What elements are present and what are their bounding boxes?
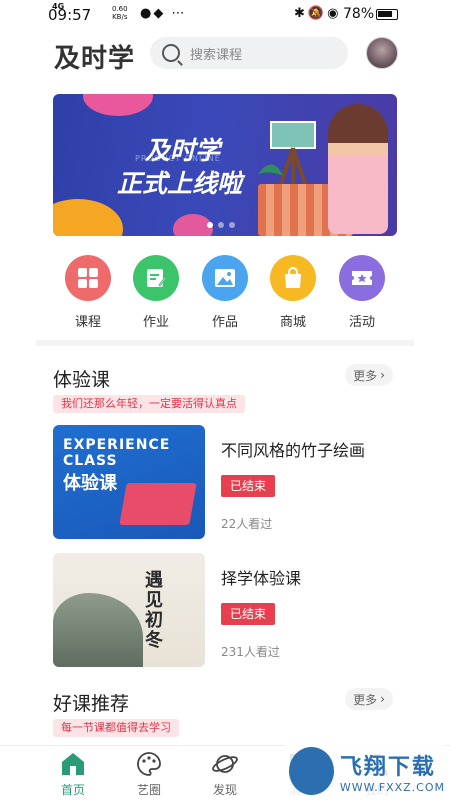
status-bar: 4G 09:57 0.60 KB/s ●◆ ⋯ ✱🔕◉ 78% xyxy=(0,0,450,30)
watermark-url: WWW.FXXZ.COM xyxy=(339,780,445,794)
category-label: 作业 xyxy=(142,315,169,330)
app-header: 及时学 搜索课程 xyxy=(0,36,450,74)
app-logo: 及时学 xyxy=(54,44,136,74)
more-button-trial[interactable]: 更多 › xyxy=(345,364,393,386)
course-card[interactable]: 遇见初冬 择学体验课 已结束 231人看过 xyxy=(53,553,397,669)
activity-icon xyxy=(339,255,385,301)
homework-icon xyxy=(133,255,179,301)
course-thumbnail: EXPERIENCE CLASS 体验课 xyxy=(53,425,205,539)
category-activity[interactable]: 活动 xyxy=(327,255,397,330)
banner-decoration xyxy=(83,94,153,116)
category-label: 作品 xyxy=(211,315,238,330)
thumb-text: 体验课 xyxy=(63,473,117,494)
more-button-recommend[interactable]: 更多 › xyxy=(345,688,393,710)
banner-title: 及时学 xyxy=(145,136,221,165)
thumb-text: EXPERIENCE xyxy=(63,437,171,453)
banner-pagination xyxy=(207,222,235,228)
banner-subtitle: 正式上线啦 xyxy=(117,169,243,198)
category-label: 课程 xyxy=(74,315,101,330)
watermark: 飞翔下载 WWW.FXXZ.COM xyxy=(285,742,445,800)
banner-dot[interactable] xyxy=(207,222,213,228)
works-icon xyxy=(202,255,248,301)
search-bar[interactable]: 搜索课程 xyxy=(150,37,348,69)
tab-label: 发现 xyxy=(212,783,237,797)
battery-percent: 78% xyxy=(343,6,375,22)
banner-dot[interactable] xyxy=(229,222,235,228)
search-icon xyxy=(162,44,180,62)
view-count: 231人看过 xyxy=(221,645,280,659)
more-label: 更多 xyxy=(353,368,378,383)
status-time: 09:57 xyxy=(48,6,92,24)
girl-illustration xyxy=(328,104,388,234)
category-label: 商城 xyxy=(279,315,306,330)
tab-label: 首页 xyxy=(60,783,85,797)
watermark-logo-icon xyxy=(289,747,334,795)
system-icons: ✱🔕◉ xyxy=(294,6,342,21)
notification-icons: ●◆ ⋯ xyxy=(140,6,187,21)
shop-icon xyxy=(270,255,316,301)
watermark-text: 飞翔下载 xyxy=(339,754,436,780)
more-label: 更多 xyxy=(353,692,378,707)
thumb-text: CLASS xyxy=(63,453,118,469)
category-course[interactable]: 课程 xyxy=(53,255,123,330)
avatar[interactable] xyxy=(366,37,398,69)
course-title: 不同风格的竹子绘画 xyxy=(221,441,366,460)
section-title-trial: 体验课 xyxy=(53,369,111,391)
laptop-illustration xyxy=(119,483,197,525)
course-icon xyxy=(65,255,111,301)
battery-icon xyxy=(376,9,398,20)
tab-home[interactable]: 首页 xyxy=(43,751,103,798)
status-badge: 已结束 xyxy=(221,603,276,625)
chevron-right-icon: › xyxy=(380,368,385,382)
course-thumbnail: 遇见初冬 xyxy=(53,553,205,667)
palette-icon xyxy=(136,751,162,777)
calligraphy-text: 遇见初冬 xyxy=(145,570,163,651)
banner-dot[interactable] xyxy=(218,222,224,228)
category-label: 活动 xyxy=(348,315,375,330)
network-speed: 0.60 KB/s xyxy=(112,5,128,21)
category-shop[interactable]: 商城 xyxy=(258,255,328,330)
category-nav: 课程 作业 作品 商城 活动 xyxy=(0,255,450,330)
promo-banner[interactable]: PRODUCT ONLINE 及时学 正式上线啦 xyxy=(53,94,397,236)
course-card[interactable]: EXPERIENCE CLASS 体验课 不同风格的竹子绘画 已结束 22人看过 xyxy=(53,425,397,541)
tab-art-circle[interactable]: 艺圈 xyxy=(119,751,179,798)
section-divider xyxy=(36,340,414,346)
category-works[interactable]: 作品 xyxy=(190,255,260,330)
mountain-painting xyxy=(53,593,143,667)
tab-discover[interactable]: 发现 xyxy=(195,751,255,798)
status-badge: 已结束 xyxy=(221,475,276,497)
section-subtitle-recommend: 每一节课都值得去学习 xyxy=(53,719,179,737)
banner-decoration xyxy=(53,199,123,236)
course-title: 择学体验课 xyxy=(221,569,302,588)
section-title-recommend: 好课推荐 xyxy=(53,693,130,715)
view-count: 22人看过 xyxy=(221,517,273,531)
planet-icon xyxy=(212,751,238,777)
search-placeholder: 搜索课程 xyxy=(190,47,243,63)
category-homework[interactable]: 作业 xyxy=(121,255,191,330)
section-subtitle-trial: 我们还那么年轻，一定要活得认真点 xyxy=(53,395,245,413)
home-icon xyxy=(60,751,86,777)
chevron-right-icon: › xyxy=(380,692,385,706)
tab-label: 艺圈 xyxy=(136,783,161,797)
